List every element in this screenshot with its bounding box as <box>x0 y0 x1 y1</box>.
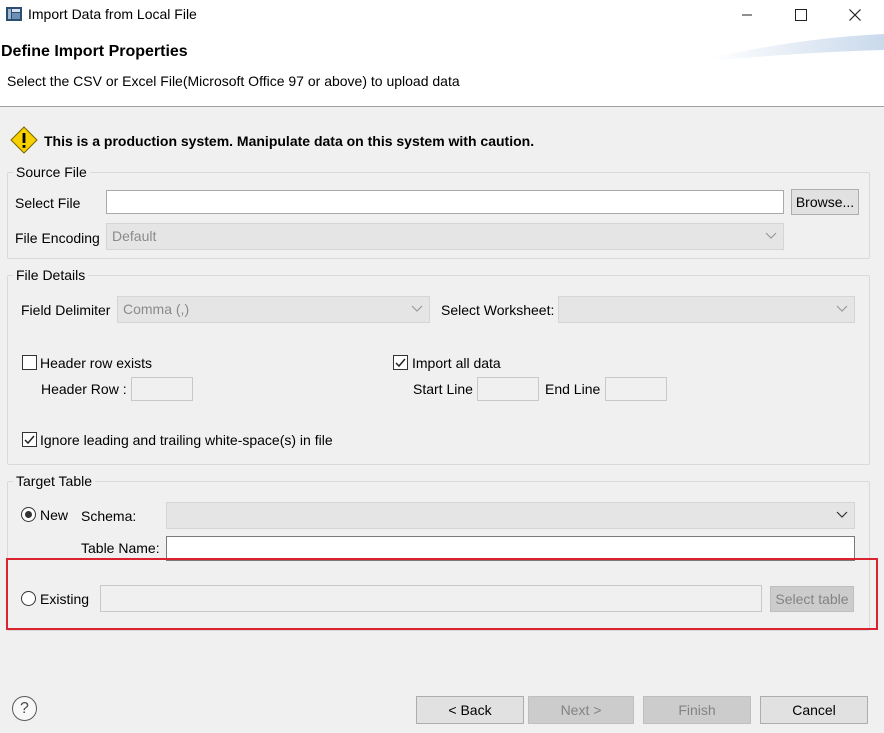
import-all-data-checkbox[interactable] <box>393 355 408 370</box>
chevron-down-icon <box>411 305 423 312</box>
close-icon <box>849 9 861 21</box>
page-title: Define Import Properties <box>1 43 188 60</box>
ignore-whitespace-label: Ignore leading and trailing white-space(… <box>40 432 333 448</box>
file-encoding-value: Default <box>112 228 157 244</box>
header-row-exists-label: Header row exists <box>40 355 153 371</box>
table-name-label: Table Name: <box>81 540 160 556</box>
schema-label: Schema: <box>81 508 137 524</box>
chevron-down-icon <box>836 305 848 312</box>
header-banner-graphic <box>710 34 884 60</box>
field-delimiter-select[interactable]: Comma (,) <box>117 296 430 323</box>
select-worksheet-select[interactable] <box>558 296 855 323</box>
minimize-button[interactable] <box>724 0 770 30</box>
existing-table-input[interactable] <box>100 585 762 612</box>
browse-button[interactable]: Browse... <box>791 189 859 215</box>
file-encoding-label: File Encoding <box>15 230 100 246</box>
help-icon[interactable]: ? <box>12 696 37 721</box>
field-delimiter-label: Field Delimiter <box>21 302 111 318</box>
title-bar: Import Data from Local File <box>0 0 884 30</box>
window-title: Import Data from Local File <box>28 6 197 22</box>
field-delimiter-value: Comma (,) <box>123 301 190 317</box>
ignore-whitespace-checkbox[interactable] <box>22 432 37 447</box>
checkmark-icon <box>395 358 406 368</box>
end-line-input[interactable] <box>605 377 667 401</box>
new-table-label: New <box>40 507 69 523</box>
chevron-down-icon <box>836 511 848 518</box>
production-warning-text: This is a production system. Manipulate … <box>44 133 535 149</box>
maximize-icon <box>795 9 807 21</box>
new-table-radio[interactable] <box>21 507 36 522</box>
page-description: Select the CSV or Excel File(Microsoft O… <box>7 73 460 89</box>
header-row-input[interactable] <box>131 377 193 401</box>
existing-table-label: Existing <box>40 591 90 607</box>
next-button[interactable]: Next > <box>528 696 634 724</box>
close-button[interactable] <box>832 0 878 30</box>
end-line-label: End Line <box>545 381 601 397</box>
file-details-legend: File Details <box>13 267 89 283</box>
select-table-button[interactable]: Select table <box>770 586 854 612</box>
target-table-legend: Target Table <box>13 473 96 489</box>
existing-table-radio[interactable] <box>21 591 36 606</box>
header-row-exists-checkbox[interactable] <box>22 355 37 370</box>
warning-icon <box>10 126 38 154</box>
back-button[interactable]: < Back <box>416 696 524 724</box>
app-icon <box>6 7 22 21</box>
select-file-input[interactable] <box>106 190 784 214</box>
start-line-label: Start Line <box>413 381 473 397</box>
chevron-down-icon <box>765 232 777 239</box>
cancel-button[interactable]: Cancel <box>760 696 868 724</box>
file-encoding-select[interactable]: Default <box>106 223 784 250</box>
source-file-legend: Source File <box>13 164 90 180</box>
select-worksheet-label: Select Worksheet: <box>441 302 555 318</box>
minimize-icon <box>742 14 752 16</box>
header-row-label: Header Row : <box>41 381 127 397</box>
select-file-label: Select File <box>15 195 81 211</box>
finish-button[interactable]: Finish <box>643 696 751 724</box>
import-all-data-label: Import all data <box>412 355 501 371</box>
start-line-input[interactable] <box>477 377 539 401</box>
dialog-header: Define Import Properties Select the CSV … <box>0 30 884 107</box>
schema-select[interactable] <box>166 502 855 529</box>
maximize-button[interactable] <box>778 0 824 30</box>
radio-selected-dot <box>25 511 32 518</box>
checkmark-icon <box>24 435 35 445</box>
